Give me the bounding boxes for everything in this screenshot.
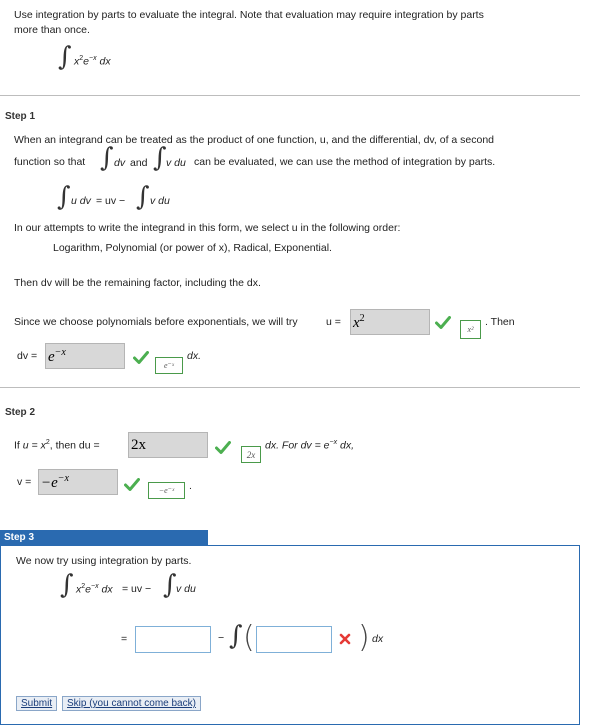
then-label: . Then bbox=[485, 316, 515, 328]
step3-mid: = uv − bbox=[122, 583, 152, 595]
step3-minus: − bbox=[218, 632, 225, 644]
answer-input-vdu[interactable] bbox=[256, 626, 332, 653]
since-text: Since we choose polynomials before expon… bbox=[14, 316, 298, 328]
step3-lhs: x2e−x dx bbox=[76, 583, 113, 596]
check-icon bbox=[435, 316, 451, 329]
submit-button[interactable]: Submit bbox=[16, 696, 58, 711]
formula-mid: = uv − bbox=[96, 195, 126, 207]
dv-preview: e⁻ˣ bbox=[155, 357, 183, 374]
step1-para-line1: When an integrand can be treated as the … bbox=[14, 134, 495, 146]
divider-2 bbox=[0, 387, 580, 388]
order-list: Logarithm, Polynomial (or power of x), R… bbox=[53, 242, 332, 254]
step3-tab: Step 3 bbox=[0, 530, 208, 545]
step1-vdu: v du bbox=[166, 157, 186, 169]
step3-equals: = bbox=[121, 633, 128, 645]
u-equals-label: u = bbox=[326, 316, 341, 328]
if-text: If bbox=[14, 439, 20, 452]
then-text: Then bbox=[490, 316, 515, 328]
formula-rhs: v du bbox=[150, 195, 170, 207]
problem-integral: ∫ bbox=[58, 44, 72, 70]
divider-1 bbox=[0, 95, 580, 96]
v-equals-label: v = bbox=[17, 476, 32, 488]
step3-dx: dx bbox=[372, 633, 384, 645]
v-preview: −e⁻ˣ bbox=[148, 482, 185, 499]
skip-button[interactable]: Skip (you cannot come back) bbox=[62, 696, 201, 711]
u-preview: x² bbox=[460, 320, 481, 339]
dx-for-text: dx. For dv = e bbox=[265, 439, 330, 452]
order-intro: In our attempts to write the integrand i… bbox=[14, 222, 401, 234]
v-answer-field[interactable]: −e−x bbox=[38, 469, 118, 495]
du-preview: 2x bbox=[241, 446, 261, 463]
dv-equals-label: dv = bbox=[17, 350, 38, 362]
v-answer-exp: −x bbox=[57, 473, 69, 484]
integral-sign-icon: ∫ bbox=[136, 182, 150, 212]
dv-exp: −x bbox=[329, 439, 338, 446]
integral-sign-icon: ∫ bbox=[58, 42, 72, 72]
step2-label: Step 2 bbox=[5, 407, 36, 418]
integral-sign-icon: ∫ bbox=[229, 621, 243, 651]
step1-para-line2-b: can be evaluated, we can use the method … bbox=[194, 156, 496, 168]
dx-for-dv-line: dx. For dv = e−x dx, bbox=[265, 439, 354, 452]
step1-label: Step 1 bbox=[5, 111, 36, 122]
u-answer-exp: 2 bbox=[359, 313, 365, 324]
dv-answer-base: e bbox=[48, 349, 55, 365]
then-du: , then du = bbox=[49, 439, 100, 452]
du-answer-field[interactable]: 2x bbox=[128, 432, 208, 458]
open-paren-icon: ( bbox=[243, 620, 255, 655]
integrand-dx: dx bbox=[99, 55, 111, 68]
integral-sign-icon: ∫ bbox=[60, 570, 74, 600]
step1-para-line2-a: function so that bbox=[14, 156, 86, 168]
close-paren-icon: ) bbox=[358, 620, 370, 655]
v-answer-base: −e bbox=[41, 475, 58, 491]
lhs-exp2: −x bbox=[91, 583, 99, 590]
integrand-exp2: −x bbox=[89, 55, 97, 62]
u-expr: u = x bbox=[22, 439, 46, 452]
integral-sign-icon: ∫ bbox=[153, 143, 167, 173]
check-icon bbox=[133, 351, 149, 364]
problem-integrand: x2e−x dx bbox=[74, 55, 111, 68]
u-answer-base: x bbox=[353, 315, 360, 331]
step2-if-line: If u = x2, then du = bbox=[14, 439, 100, 452]
lhs-dx: dx bbox=[101, 583, 113, 596]
problem-line-2: more than once. bbox=[14, 24, 90, 36]
step3-rhs: v du bbox=[176, 583, 196, 595]
dv-answer-field[interactable]: e−x bbox=[45, 343, 125, 369]
check-icon bbox=[124, 478, 140, 491]
integral-sign-icon: ∫ bbox=[100, 143, 114, 173]
step3-intro: We now try using integration by parts. bbox=[16, 555, 192, 567]
dv-tail: dx, bbox=[340, 439, 355, 452]
integral-sign-icon: ∫ bbox=[163, 570, 177, 600]
integral-sign-icon: ∫ bbox=[57, 182, 71, 212]
cross-icon bbox=[339, 633, 351, 645]
step1-and: and bbox=[130, 157, 148, 169]
formula-lhs: u dv bbox=[71, 195, 91, 207]
step1-dv: dv bbox=[114, 157, 126, 169]
dv-dx-label: dx. bbox=[187, 350, 202, 362]
check-icon bbox=[215, 441, 231, 454]
v-period: . bbox=[189, 480, 192, 492]
u-answer-field[interactable]: x2 bbox=[350, 309, 430, 335]
then-dv-text: Then dv will be the remaining factor, in… bbox=[14, 277, 261, 289]
answer-input-uv[interactable] bbox=[135, 626, 211, 653]
dv-answer-exp: −x bbox=[54, 347, 66, 358]
problem-line-1: Use integration by parts to evaluate the… bbox=[14, 9, 484, 21]
